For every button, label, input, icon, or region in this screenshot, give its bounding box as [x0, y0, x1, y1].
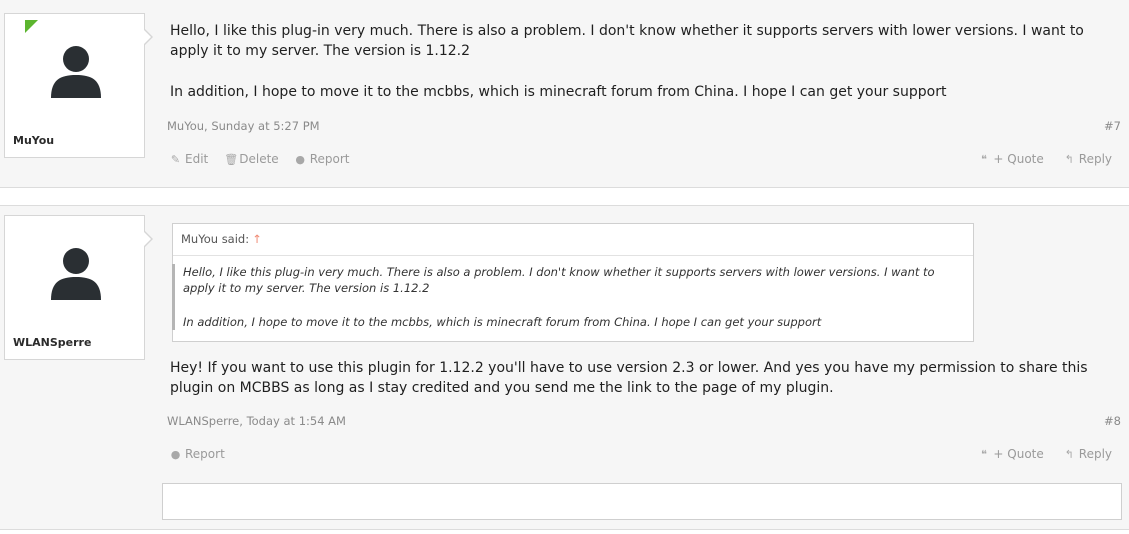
report-button[interactable]: ● Report	[295, 152, 350, 166]
exclamation-circle-icon: ●	[295, 152, 305, 166]
reply-button[interactable]: ↰ Reply	[1064, 447, 1112, 461]
username[interactable]: MuYou	[13, 134, 54, 147]
quote-header: MuYou said: ↑	[173, 224, 973, 256]
quote-author: MuYou said:	[181, 232, 250, 246]
post-actions-left: ✎ Edit 🗑 Delete ● Report	[170, 152, 350, 166]
edit-label: Edit	[185, 152, 209, 166]
message-paragraph: Hello, I like this plug-in very much. Th…	[170, 23, 1084, 59]
report-button[interactable]: ● Report	[170, 447, 225, 461]
avatar[interactable]	[50, 42, 102, 100]
post-7: MuYou Hello, I like this plug-in very mu…	[0, 0, 1129, 188]
message-body: Hello, I like this plug-in very much. Th…	[170, 21, 1115, 102]
delete-button[interactable]: 🗑 Delete	[224, 152, 278, 166]
delete-label: Delete	[239, 152, 279, 166]
pencil-icon: ✎	[170, 152, 181, 166]
quote-body: Hello, I like this plug-in very much. Th…	[172, 264, 973, 330]
exclamation-circle-icon: ●	[170, 447, 181, 461]
quick-reply-editor[interactable]	[162, 483, 1122, 520]
username[interactable]: WLANSperre	[13, 336, 91, 349]
quote-icon: ❝	[980, 152, 987, 166]
post-actions-right: ❝ + Quote ↰ Reply	[978, 447, 1112, 461]
reply-label: Reply	[1078, 152, 1112, 166]
quote-icon: ❝	[980, 447, 987, 461]
reply-label: Reply	[1078, 447, 1112, 461]
quote-label: + Quote	[993, 152, 1044, 166]
online-indicator-icon	[25, 20, 38, 33]
quote-button[interactable]: ❝ + Quote	[978, 152, 1044, 166]
reply-button[interactable]: ↰ Reply	[1064, 152, 1112, 166]
quote-block: MuYou said: ↑ Hello, I like this plug-in …	[172, 223, 974, 342]
post-meta[interactable]: MuYou, Sunday at 5:27 PM	[167, 119, 320, 133]
trash-icon: 🗑	[224, 152, 239, 166]
user-card-arrow	[143, 28, 153, 46]
post-actions-right: ❝ + Quote ↰ Reply	[978, 152, 1112, 166]
avatar[interactable]	[50, 244, 102, 302]
edit-button[interactable]: ✎ Edit	[170, 152, 208, 166]
post-8: WLANSperre MuYou said: ↑ Hello, I like th…	[0, 205, 1129, 530]
quote-paragraph: In addition, I hope to move it to the mc…	[183, 315, 822, 329]
report-label: Report	[309, 152, 350, 166]
post-number[interactable]: #8	[1104, 414, 1121, 428]
quote-button[interactable]: ❝ + Quote	[978, 447, 1044, 461]
jump-to-quote-icon[interactable]: ↑	[252, 232, 262, 246]
message-body: Hey! If you want to use this plugin for …	[170, 358, 1115, 398]
user-card: MuYou	[4, 13, 153, 158]
post-meta[interactable]: WLANSperre, Today at 1:54 AM	[167, 414, 346, 428]
user-card-arrow	[143, 230, 153, 248]
quote-paragraph: Hello, I like this plug-in very much. Th…	[183, 265, 935, 295]
message-paragraph: Hey! If you want to use this plugin for …	[170, 360, 1088, 396]
user-card: WLANSperre	[4, 215, 153, 360]
post-actions-left: ● Report	[170, 447, 225, 461]
reply-arrow-icon: ↰	[1064, 152, 1074, 166]
reply-arrow-icon: ↰	[1064, 447, 1074, 461]
message-paragraph: In addition, I hope to move it to the mc…	[170, 84, 947, 100]
post-number[interactable]: #7	[1104, 119, 1121, 133]
quote-label: + Quote	[993, 447, 1044, 461]
report-label: Report	[185, 447, 225, 461]
